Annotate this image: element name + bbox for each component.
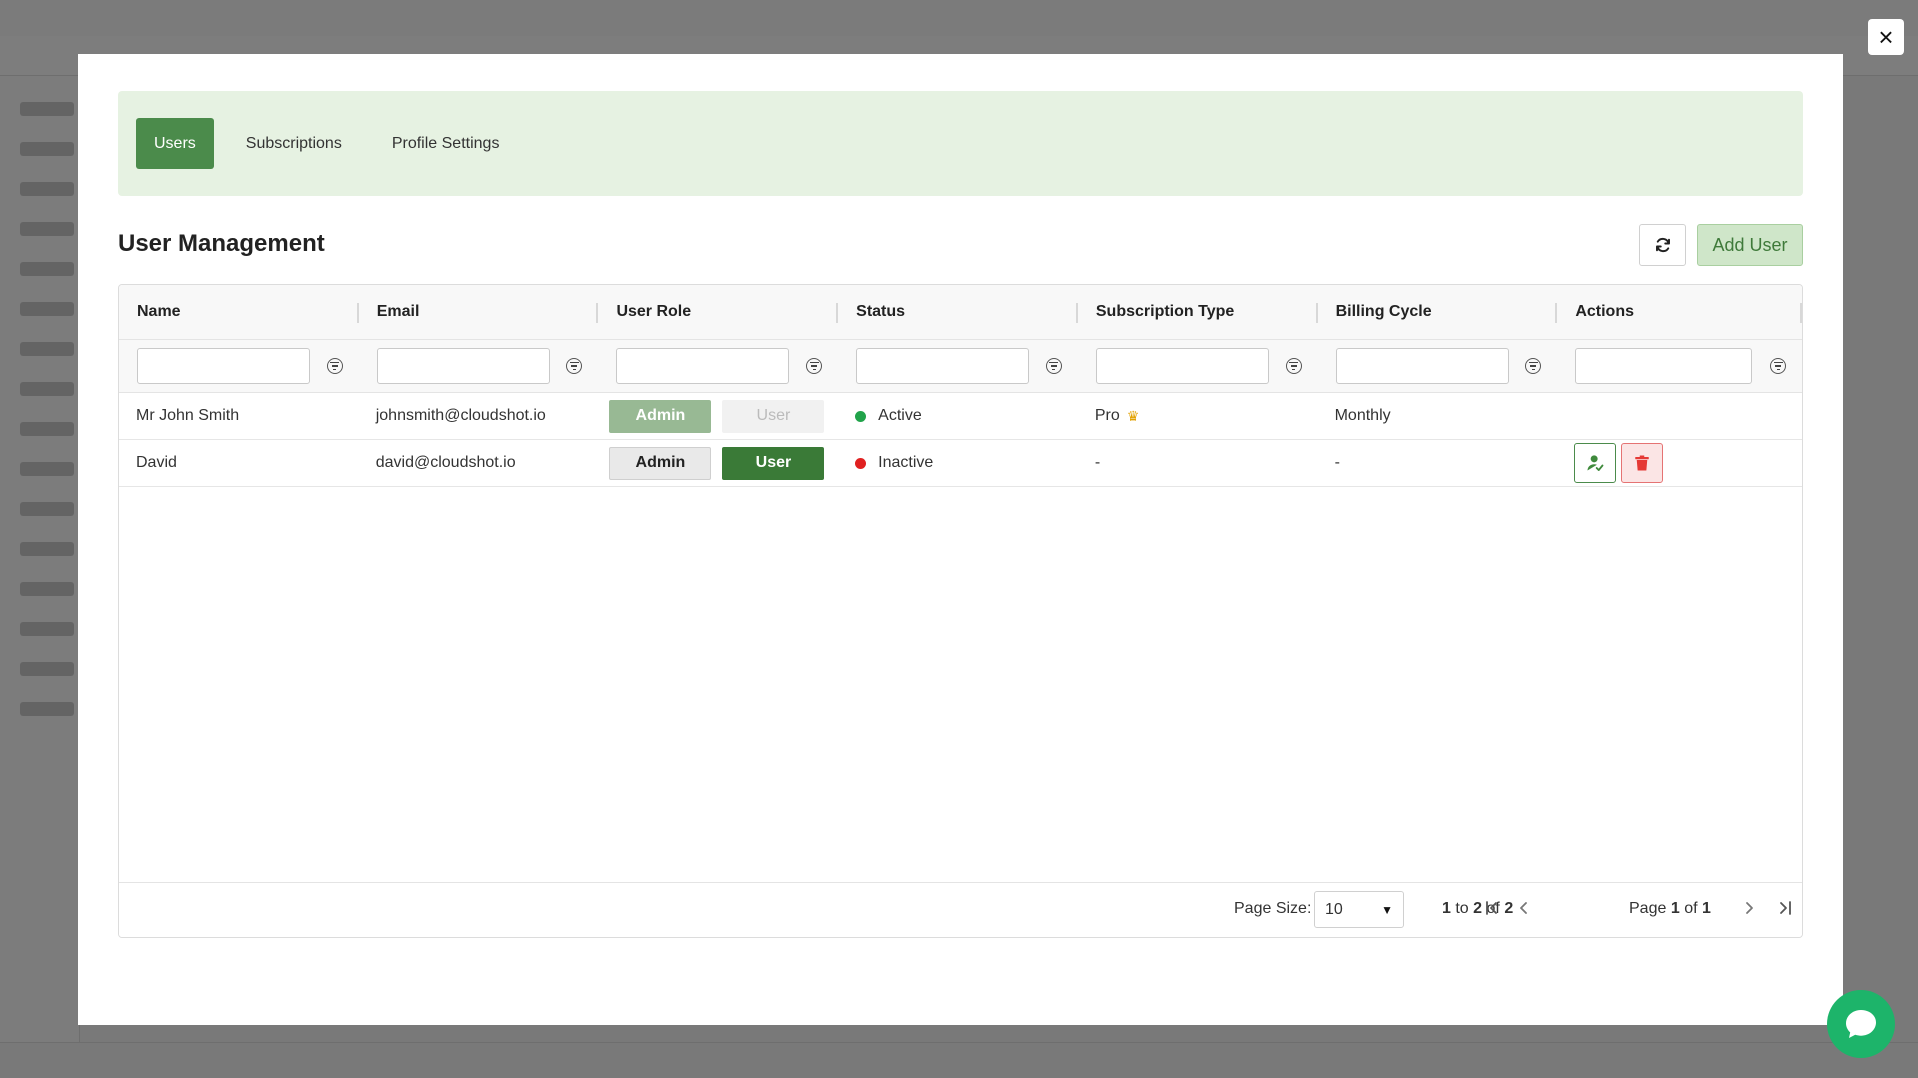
previous-page-button[interactable] — [1512, 895, 1536, 921]
filter-icon[interactable] — [1045, 358, 1062, 374]
page-info: Page 1 of 1 — [1629, 900, 1711, 918]
billing-cycle-cell: - — [1334, 454, 1340, 471]
users-table: Name Email User Role Status Subscription… — [118, 284, 1803, 938]
filter-icon[interactable] — [326, 358, 343, 374]
column-header-status[interactable]: Status — [838, 285, 1078, 339]
user-role-button[interactable]: User — [722, 446, 825, 480]
user-role-button: User — [722, 399, 825, 433]
first-page-button[interactable] — [1480, 895, 1504, 921]
chat-bubble-icon — [1846, 1010, 1876, 1038]
chevron-right-icon — [1746, 902, 1753, 914]
user-role-cell: Admin User — [598, 393, 838, 439]
subscription-type-filter-input[interactable] — [1095, 348, 1269, 384]
status-text: Inactive — [878, 454, 934, 471]
filter-icon[interactable] — [1285, 358, 1302, 374]
first-page-icon — [1486, 901, 1497, 915]
email-filter-input[interactable] — [376, 348, 550, 384]
column-label: User Role — [616, 303, 692, 320]
status-dot — [855, 457, 867, 469]
user-role-cell: Admin User — [598, 440, 838, 486]
status-dot — [855, 410, 867, 422]
subscription-cell: Pro ♛ — [1078, 393, 1318, 439]
name-cell: Mr John Smith — [136, 407, 240, 424]
actions-cell — [1557, 393, 1802, 439]
filter-icon[interactable] — [566, 358, 583, 374]
last-page-button[interactable] — [1773, 895, 1797, 921]
range-to-word: to — [1455, 900, 1469, 917]
column-label: Name — [137, 303, 181, 320]
table-row[interactable]: Mr John Smith johnsmith@cloudshot.io Adm… — [119, 393, 1802, 440]
trash-icon — [1635, 455, 1650, 471]
next-page-button[interactable] — [1737, 895, 1761, 921]
actions-cell — [1557, 440, 1802, 486]
status-filter-input[interactable] — [856, 348, 1030, 384]
crown-icon: ♛ — [1126, 407, 1140, 424]
status-text: Active — [878, 407, 922, 424]
tab-subscriptions[interactable]: Subscriptions — [228, 118, 360, 169]
tab-users[interactable]: Users — [136, 118, 214, 169]
admin-role-button[interactable]: Admin — [609, 399, 712, 433]
add-user-button[interactable]: Add User — [1697, 224, 1803, 266]
table-row[interactable]: David david@cloudshot.io Admin User Inac… — [119, 440, 1802, 487]
pagination-bar: Page Size: 10 ▼ 1 to 2 of 2 Page 1 of 1 — [119, 882, 1802, 937]
page-size-value: 10 — [1325, 900, 1343, 918]
column-header-subscription-type[interactable]: Subscription Type — [1078, 285, 1318, 339]
name-cell: David — [136, 454, 177, 471]
page-size-label: Page Size: — [1234, 900, 1312, 917]
page-word: Page — [1629, 900, 1667, 917]
filter-icon[interactable] — [1525, 358, 1542, 374]
column-label: Subscription Type — [1095, 303, 1235, 320]
approve-user-icon — [1587, 455, 1604, 471]
user-management-modal: Users Subscriptions Profile Settings Use… — [78, 54, 1843, 1025]
billing-cycle-filter-input[interactable] — [1335, 348, 1509, 384]
column-label: Billing Cycle — [1335, 303, 1432, 320]
refresh-button[interactable] — [1639, 224, 1686, 266]
close-button[interactable]: × — [1868, 19, 1904, 55]
email-cell: johnsmith@cloudshot.io — [375, 407, 546, 424]
admin-role-button[interactable]: Admin — [609, 446, 712, 480]
range-from: 1 — [1442, 900, 1451, 917]
chat-button[interactable] — [1827, 990, 1895, 1058]
user-role-filter-input[interactable] — [616, 348, 790, 384]
column-header-user-role[interactable]: User Role — [598, 285, 839, 339]
tab-profile-settings[interactable]: Profile Settings — [374, 118, 518, 169]
column-header-billing-cycle[interactable]: Billing Cycle — [1318, 285, 1558, 339]
column-label: Email — [376, 303, 420, 320]
page-of-word: of — [1684, 900, 1698, 917]
page-title: User Management — [118, 230, 325, 257]
column-header-name[interactable]: Name — [119, 285, 359, 339]
subscription-text: Pro — [1094, 407, 1120, 424]
subscription-cell: - — [1094, 454, 1101, 471]
table-header: Name Email User Role Status Subscription… — [119, 285, 1802, 340]
email-cell: david@cloudshot.io — [375, 454, 516, 471]
column-label: Status — [856, 303, 906, 320]
status-cell: Inactive — [838, 440, 1078, 486]
status-cell: Active — [838, 393, 1078, 439]
name-filter-input[interactable] — [137, 348, 310, 384]
delete-user-button[interactable] — [1621, 443, 1664, 483]
caret-down-icon: ▼ — [1381, 902, 1393, 917]
tabs-bar: Users Subscriptions Profile Settings — [118, 91, 1803, 196]
page-current: 1 — [1670, 900, 1680, 917]
billing-cycle-cell: Monthly — [1334, 407, 1391, 424]
refresh-icon — [1655, 237, 1670, 253]
page-total: 1 — [1701, 900, 1711, 917]
filter-icon[interactable] — [1770, 358, 1787, 374]
actions-filter-input[interactable] — [1575, 348, 1753, 384]
chevron-left-icon — [1520, 902, 1527, 914]
column-header-email[interactable]: Email — [359, 285, 599, 339]
approve-user-button[interactable] — [1574, 443, 1617, 483]
page-size-select[interactable]: 10 ▼ — [1314, 891, 1404, 928]
column-header-actions[interactable]: Actions — [1557, 285, 1802, 339]
last-page-icon — [1780, 901, 1791, 915]
filter-row — [119, 340, 1802, 393]
filter-icon[interactable] — [806, 358, 823, 374]
column-label: Actions — [1575, 303, 1634, 320]
